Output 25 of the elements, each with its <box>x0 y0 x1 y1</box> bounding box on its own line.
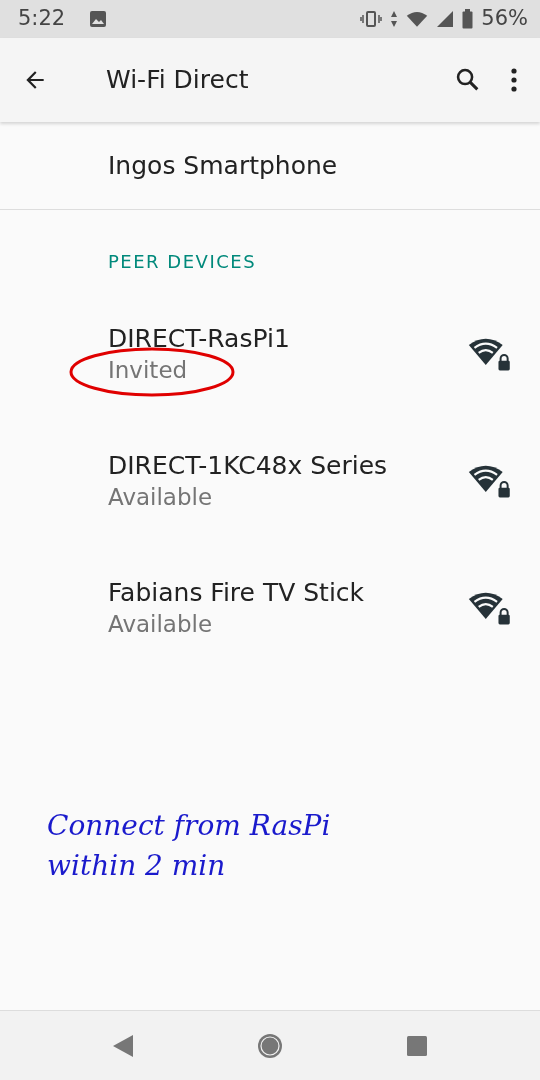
device-title: DIRECT-RasPi1 <box>108 323 291 356</box>
device-status: Available <box>108 482 213 512</box>
device-name[interactable]: Ingos Smartphone <box>108 146 338 185</box>
device-title: Fabians Fire TV Stick <box>108 577 366 610</box>
image-icon <box>89 10 108 28</box>
device-title: DIRECT-1KC48x Series <box>108 450 389 483</box>
battery-percent: 56% <box>481 5 528 33</box>
peer-device-item[interactable]: Fabians Fire TV Stick Available <box>0 559 540 686</box>
peer-device-item[interactable]: DIRECT-1KC48x Series Available <box>0 432 540 559</box>
battery-icon <box>462 9 474 29</box>
peer-device-item[interactable]: DIRECT-RasPi1 Invited <box>0 305 540 432</box>
cell-signal-icon <box>436 10 455 28</box>
vibrate-icon <box>360 10 383 28</box>
square-recents-icon <box>406 1034 428 1057</box>
screen-title: Wi-Fi Direct <box>106 64 249 97</box>
wifi-status-icon <box>406 10 429 28</box>
circle-home-icon <box>256 1031 284 1060</box>
status-time: 5:22 <box>18 5 66 33</box>
device-status: Available <box>108 609 213 639</box>
device-status: Invited <box>108 355 188 386</box>
triangle-back-icon <box>112 1033 134 1058</box>
data-arrows-icon <box>390 10 399 28</box>
annotation-note: Connect from RasPi within 2 min <box>46 808 332 884</box>
section-header: PEER DEVICES <box>108 251 257 272</box>
more-vert-icon <box>510 67 518 93</box>
